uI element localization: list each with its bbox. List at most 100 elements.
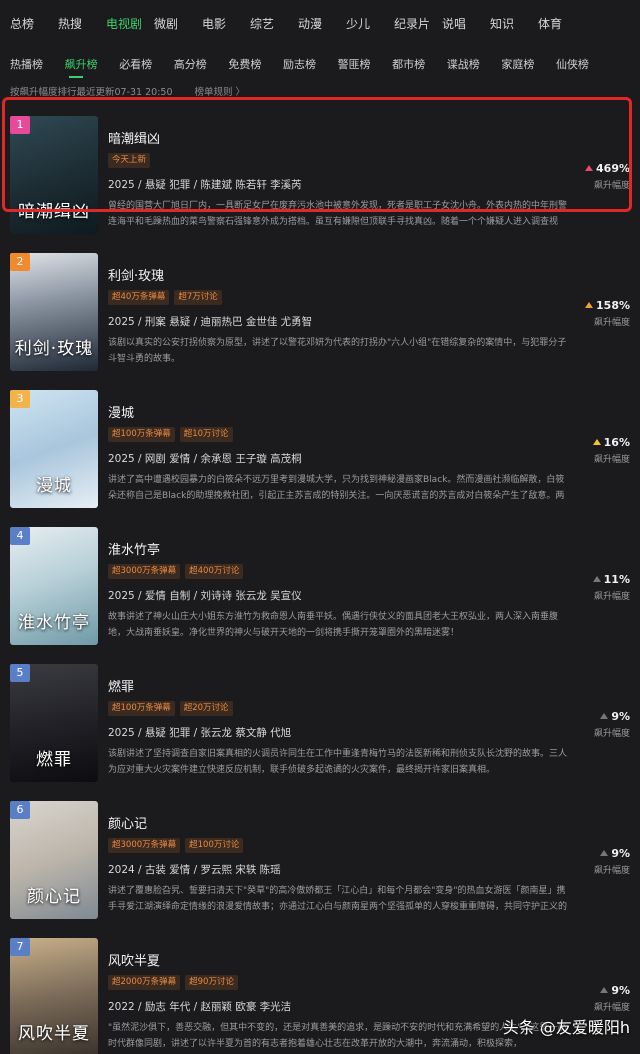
subtab-urban[interactable]: 都市榜 bbox=[392, 56, 447, 72]
tab-sports[interactable]: 体育 bbox=[538, 15, 586, 32]
item-title[interactable]: 颜心记 bbox=[108, 813, 568, 832]
rise-label: 飙升幅度 bbox=[593, 455, 630, 465]
rank-badge: 7 bbox=[10, 938, 30, 956]
item-tag: 超10万讨论 bbox=[179, 427, 233, 442]
rise-label: 飙升幅度 bbox=[593, 318, 630, 328]
tab-kids[interactable]: 少儿 bbox=[346, 15, 394, 32]
rise-label: 飙升幅度 bbox=[593, 1003, 630, 1013]
tab-anime[interactable]: 动漫 bbox=[298, 15, 346, 32]
ranking-item[interactable]: 颜心记 6 颜心记 超3000万条弹幕 超100万讨论 2024 / 古装 爱情 … bbox=[0, 785, 640, 921]
rise-stat: 469% 飙升幅度 bbox=[578, 162, 630, 191]
item-description: "虽然泥沙俱下，善恶交融，但其中不变的，还是对真善美的追求，是躁动不安的时代和充… bbox=[108, 1023, 567, 1049]
ranking-item[interactable]: 利剑·玫瑰 2 利剑·玫瑰 超40万条弹幕 超7万讨论 2025 / 刑案 悬疑 … bbox=[0, 237, 640, 373]
ranking-item[interactable]: 淮水竹亭 4 淮水竹亭 超3000万条弹幕 超400万讨论 2025 / 爱情 自… bbox=[0, 511, 640, 647]
item-title[interactable]: 利剑·玫瑰 bbox=[108, 265, 568, 284]
item-cast: 2025 / 网剧 爱情 / 余承恩 王子璇 高茂桐 bbox=[108, 453, 302, 465]
item-description: 讲述了高中遭遇校园暴力的白筱朵不远万里考到漫城大学，只为找到神秘漫画家Black… bbox=[108, 475, 565, 501]
item-title[interactable]: 漫城 bbox=[108, 402, 568, 421]
item-cast: 2025 / 悬疑 犯罪 / 陈建斌 陈若轩 李溪芮 bbox=[108, 179, 302, 191]
rank-badge: 3 bbox=[10, 390, 30, 408]
poster-title: 风吹半夏 bbox=[18, 1024, 90, 1044]
ranking-meta: 按飙升幅度排行最近更新07-31 20:50 榜单规则 〉 bbox=[10, 84, 245, 98]
tab-movies[interactable]: 电影 bbox=[202, 15, 250, 32]
rank-badge: 4 bbox=[10, 527, 30, 545]
poster-title: 燃罪 bbox=[36, 750, 72, 770]
item-info: 暗潮缉凶 今天上新 2025 / 悬疑 犯罪 / 陈建斌 陈若轩 李溪芮 曾经的… bbox=[108, 128, 568, 230]
up-arrow-icon bbox=[592, 576, 601, 582]
rise-stat: 9% 飙升幅度 bbox=[578, 710, 630, 739]
item-title[interactable]: 暗潮缉凶 bbox=[108, 128, 568, 147]
item-tags: 超2000万条弹幕 超90万讨论 bbox=[108, 975, 568, 990]
subtab-xianxia[interactable]: 仙侠榜 bbox=[556, 56, 611, 72]
item-tag: 超400万讨论 bbox=[185, 564, 244, 579]
item-info: 颜心记 超3000万条弹幕 超100万讨论 2024 / 古装 爱情 / 罗云熙 … bbox=[108, 813, 568, 915]
item-description: 该剧以真实的公安打拐侦察为原型，讲述了以警花邓妍为代表的打拐办"六人小组"在错综… bbox=[108, 338, 567, 364]
ranking-rules-link[interactable]: 榜单规则 〉 bbox=[195, 84, 246, 98]
item-info: 利剑·玫瑰 超40万条弹幕 超7万讨论 2025 / 刑案 悬疑 / 迪丽热巴 金… bbox=[108, 265, 568, 367]
rise-label: 飙升幅度 bbox=[593, 592, 630, 602]
rise-stat: 158% 飙升幅度 bbox=[578, 299, 630, 328]
category-tabs: 总榜 热搜 电视剧 微剧 电影 综艺 动漫 少儿 纪录片 说唱 知识 体育 bbox=[0, 0, 640, 46]
subtab-must-watch[interactable]: 必看榜 bbox=[119, 56, 174, 72]
rise-label: 飙升幅度 bbox=[593, 729, 630, 739]
item-cast: 2024 / 古装 爱情 / 罗云熙 宋轶 陈瑶 bbox=[108, 864, 281, 876]
subtab-rising[interactable]: 飙升榜 bbox=[65, 56, 120, 72]
tab-variety[interactable]: 综艺 bbox=[250, 15, 298, 32]
item-info: 漫城 超100万条弹幕 超10万讨论 2025 / 网剧 爱情 / 余承恩 王子璇… bbox=[108, 402, 568, 504]
rise-percent: 16% bbox=[603, 436, 630, 449]
ranking-item[interactable]: 暗潮缉凶 1 暗潮缉凶 今天上新 2025 / 悬疑 犯罪 / 陈建斌 陈若轩 … bbox=[0, 100, 640, 236]
item-tag: 超7万讨论 bbox=[174, 290, 222, 305]
tab-documentary[interactable]: 纪录片 bbox=[394, 15, 442, 32]
item-description: 故事讲述了神火山庄大小姐东方淮竹为救命恩人南垂平妖。偶遇行侠仗义的面具团老大王权… bbox=[108, 612, 559, 638]
item-tag: 超100万条弹幕 bbox=[108, 427, 175, 442]
subtab-free[interactable]: 免费榜 bbox=[228, 56, 283, 72]
rise-percent: 9% bbox=[611, 710, 630, 723]
subtab-spy[interactable]: 谍战榜 bbox=[447, 56, 502, 72]
subtab-trending[interactable]: 热播榜 bbox=[10, 56, 65, 72]
item-tags: 超100万条弹幕 超10万讨论 bbox=[108, 427, 568, 442]
item-description: 该剧讲述了坚持调查自家旧案真相的火调员许同生在工作中重逢青梅竹马的法医新稀和刑侦… bbox=[108, 749, 568, 775]
up-arrow-icon bbox=[600, 850, 609, 856]
item-tags: 超3000万条弹幕 超100万讨论 bbox=[108, 838, 568, 853]
rise-percent: 9% bbox=[611, 984, 630, 997]
ranking-item[interactable]: 漫城 3 漫城 超100万条弹幕 超10万讨论 2025 / 网剧 爱情 / 余承… bbox=[0, 374, 640, 510]
item-info: 淮水竹亭 超3000万条弹幕 超400万讨论 2025 / 爱情 自制 / 刘诗诗… bbox=[108, 539, 568, 641]
up-arrow-icon bbox=[585, 165, 594, 171]
item-description: 曾经的国营大厂旭日厂内，一具断足女尸在废弃污水池中被意外发现，死者是职工子女沈小… bbox=[108, 201, 568, 227]
subtab-police[interactable]: 警匪榜 bbox=[338, 56, 393, 72]
subtab-family[interactable]: 家庭榜 bbox=[501, 56, 556, 72]
item-cast: 2022 / 励志 年代 / 赵丽颖 欧豪 李光洁 bbox=[108, 1001, 292, 1013]
ranking-item[interactable]: 燃罪 5 燃罪 超100万条弹幕 超20万讨论 2025 / 悬疑 犯罪 / 张云… bbox=[0, 648, 640, 784]
up-arrow-icon bbox=[592, 439, 601, 445]
subtab-high-score[interactable]: 高分榜 bbox=[174, 56, 229, 72]
rise-percent: 9% bbox=[611, 847, 630, 860]
rank-badge: 5 bbox=[10, 664, 30, 682]
item-cast: 2025 / 爱情 自制 / 刘诗诗 张云龙 吴宣仪 bbox=[108, 590, 302, 602]
item-title[interactable]: 燃罪 bbox=[108, 676, 568, 695]
item-cast: 2025 / 刑案 悬疑 / 迪丽热巴 金世佳 尤勇智 bbox=[108, 316, 313, 328]
rise-stat: 16% 飙升幅度 bbox=[578, 436, 630, 465]
poster-title: 颜心记 bbox=[27, 887, 81, 907]
item-title[interactable]: 风吹半夏 bbox=[108, 950, 568, 969]
tab-rap[interactable]: 说唱 bbox=[442, 15, 490, 32]
item-description: 讲述了覆惠脸旮旯、誓要扫清天下"癸草"的高冷傲娇都王「江心白」和每个月都会"变身… bbox=[108, 886, 568, 912]
subtab-inspirational[interactable]: 励志榜 bbox=[283, 56, 338, 72]
item-tags: 今天上新 bbox=[108, 153, 568, 168]
tab-tv-series[interactable]: 电视剧 bbox=[106, 15, 154, 32]
item-tag: 超90万讨论 bbox=[185, 975, 238, 990]
rise-label: 飙升幅度 bbox=[593, 181, 630, 191]
tab-all[interactable]: 总榜 bbox=[10, 15, 58, 32]
poster-title: 利剑·玫瑰 bbox=[14, 339, 94, 359]
item-tag: 超40万条弹幕 bbox=[108, 290, 170, 305]
item-tags: 超3000万条弹幕 超400万讨论 bbox=[108, 564, 568, 579]
item-cast: 2025 / 悬疑 犯罪 / 张云龙 蔡文静 代旭 bbox=[108, 727, 292, 739]
tab-micro-drama[interactable]: 微剧 bbox=[154, 15, 202, 32]
tab-hot-search[interactable]: 热搜 bbox=[58, 15, 106, 32]
item-info: 燃罪 超100万条弹幕 超20万讨论 2025 / 悬疑 犯罪 / 张云龙 蔡文静… bbox=[108, 676, 568, 778]
rank-badge: 6 bbox=[10, 801, 30, 819]
tab-knowledge[interactable]: 知识 bbox=[490, 15, 538, 32]
item-tags: 超40万条弹幕 超7万讨论 bbox=[108, 290, 568, 305]
rise-percent: 158% bbox=[596, 299, 630, 312]
item-tag: 超100万讨论 bbox=[185, 838, 244, 853]
item-title[interactable]: 淮水竹亭 bbox=[108, 539, 568, 558]
